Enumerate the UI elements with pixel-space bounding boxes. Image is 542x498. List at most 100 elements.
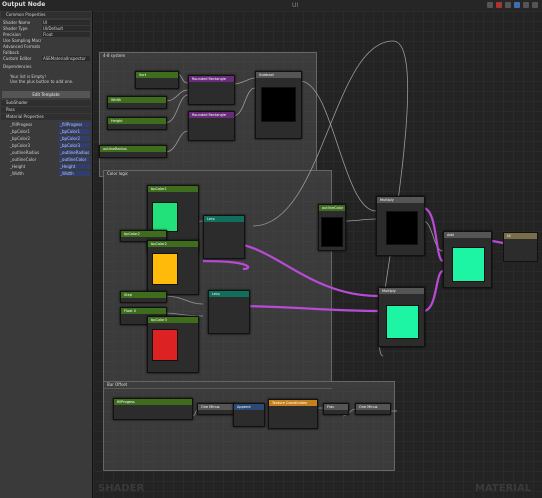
node-add[interactable]: Add [443, 231, 492, 288]
wire [164, 295, 204, 305]
dependencies-label[interactable]: Dependencies [3, 64, 31, 69]
shader-type-select[interactable]: UI/Default [42, 26, 90, 31]
node-title: Texture Coordinates [269, 400, 317, 406]
property-value[interactable]: _bpColor3 [59, 143, 90, 148]
node-rounded-rectangle-1[interactable]: Rounded Rectangle [188, 75, 235, 105]
node-width[interactable]: Width [107, 96, 167, 109]
node-canvas[interactable]: 4-8 system Color logic Bar Offset Sort W… [93, 11, 542, 498]
wire [164, 130, 189, 153]
wire-color [422, 206, 445, 263]
property-value[interactable]: _Width [59, 171, 90, 176]
node-step[interactable]: Step [120, 291, 167, 303]
node-title: bpColor3 [148, 317, 198, 323]
node-height[interactable]: Height [107, 117, 167, 130]
color-preview [152, 202, 178, 232]
property-value[interactable]: _outlineColor [59, 157, 90, 162]
property-name[interactable]: _outlineRadius [10, 150, 39, 155]
node-title: Rounded Rectangle [189, 112, 234, 118]
shader-name-label: Shader Name [3, 20, 31, 25]
material-properties-section[interactable]: Material Properties [1, 114, 91, 120]
node-one-minus-1[interactable]: One Minus [197, 403, 235, 415]
subshader-label: SubShader [6, 100, 28, 105]
node-subtract[interactable]: Subtract [255, 71, 302, 139]
precision-select[interactable]: Float [42, 32, 90, 37]
wire [164, 89, 189, 102]
node-title: One Minus [198, 404, 234, 410]
pass-section[interactable]: Pass [1, 107, 91, 113]
node-title: Lerp [209, 291, 249, 297]
shader-name-field[interactable]: UI [42, 20, 90, 25]
property-value[interactable]: _outlineRadius [59, 150, 90, 155]
node-title: Width [108, 97, 166, 103]
color-preview [152, 253, 178, 285]
node-bpcolor2[interactable]: bpColor2 [147, 240, 199, 295]
property-name[interactable]: _Height [10, 164, 25, 169]
node-texture-coordinates[interactable]: Texture Coordinates [268, 399, 318, 429]
custom-editor-field[interactable]: ASEMaterialInspector [42, 56, 90, 61]
node-multiply-1[interactable]: Multiply [376, 196, 425, 256]
node-title: Sort [136, 72, 178, 78]
left-panel: Common Properties Shader Name UI Shader … [0, 11, 93, 498]
node-title: outlineColor [319, 205, 345, 211]
node-title: Multiply [377, 197, 424, 203]
property-value[interactable]: _bpColor2 [59, 136, 90, 141]
node-append[interactable]: Append [233, 403, 265, 427]
node-outline-radius[interactable]: outlineRadius [99, 145, 167, 158]
node-title: Height [108, 118, 166, 124]
save-icon[interactable] [487, 2, 493, 8]
node-lerp-2[interactable]: Lerp [208, 290, 250, 334]
record-icon[interactable] [496, 2, 502, 8]
property-value[interactable]: _fillProgess [59, 122, 90, 127]
pass-label: Pass [6, 107, 15, 112]
refresh-icon[interactable] [523, 2, 529, 8]
property-name[interactable]: _bpColor2 [10, 136, 30, 141]
node-title: Rounded Rectangle [189, 76, 234, 82]
node-title: bpColor1 [148, 186, 198, 192]
camera-icon[interactable] [505, 2, 511, 8]
property-name[interactable]: _Width [10, 171, 24, 176]
node-title: Lerp [204, 216, 244, 222]
common-properties-section[interactable]: Common Properties [1, 12, 91, 18]
node-frac[interactable]: Frac [323, 403, 349, 415]
wire [232, 77, 256, 85]
node-title: outlineRadius [100, 146, 166, 152]
node-one-minus-2[interactable]: One Minus [355, 403, 391, 415]
node-outline-color[interactable]: outlineColor [318, 204, 346, 251]
precision-label: Precision [3, 32, 21, 37]
property-value[interactable]: _bpColor1 [59, 129, 90, 134]
property-name[interactable]: _outlineColor [10, 157, 36, 162]
color-preview [321, 217, 343, 247]
node-lerp-1[interactable]: Lerp [203, 215, 245, 259]
property-name[interactable]: _bpColor3 [10, 143, 30, 148]
shader-watermark: SHADER [98, 483, 145, 494]
wire-color [227, 241, 379, 298]
node-sort[interactable]: Sort [135, 71, 179, 89]
property-name[interactable]: _bpColor1 [10, 129, 30, 134]
output-node[interactable]: UI [503, 232, 538, 262]
node-preview [452, 247, 485, 282]
settings-icon[interactable] [532, 2, 538, 8]
color-preview [152, 329, 178, 361]
node-rounded-rectangle-2[interactable]: Rounded Rectangle [188, 111, 235, 141]
node-preview [386, 211, 418, 245]
property-name[interactable]: _fillProgess [10, 122, 32, 127]
node-title: Subtract [256, 72, 301, 78]
window-title: Output Node [2, 1, 46, 8]
node-title: Frac [324, 404, 348, 410]
use-sampling-macros-label: Use Sampling Macr [3, 38, 42, 43]
node-bpcolor3[interactable]: bpColor3 [147, 316, 199, 373]
wire [299, 80, 377, 212]
subshader-section[interactable]: SubShader [1, 100, 91, 106]
wire-color [422, 269, 444, 313]
node-multiply-2[interactable]: Multiply [378, 287, 425, 347]
toolbar [487, 2, 538, 8]
material-properties-label: Material Properties [6, 114, 44, 119]
wire-color [232, 304, 384, 313]
property-value[interactable]: _Height [59, 164, 90, 169]
node-title: Append [234, 404, 264, 410]
share-icon[interactable] [514, 2, 520, 8]
custom-editor-label: Custom Editor [3, 56, 32, 61]
edit-template-button[interactable]: Edit Template [2, 91, 90, 98]
node-title: fillProgess [114, 399, 192, 405]
node-fill-progess[interactable]: fillProgess [113, 398, 193, 420]
